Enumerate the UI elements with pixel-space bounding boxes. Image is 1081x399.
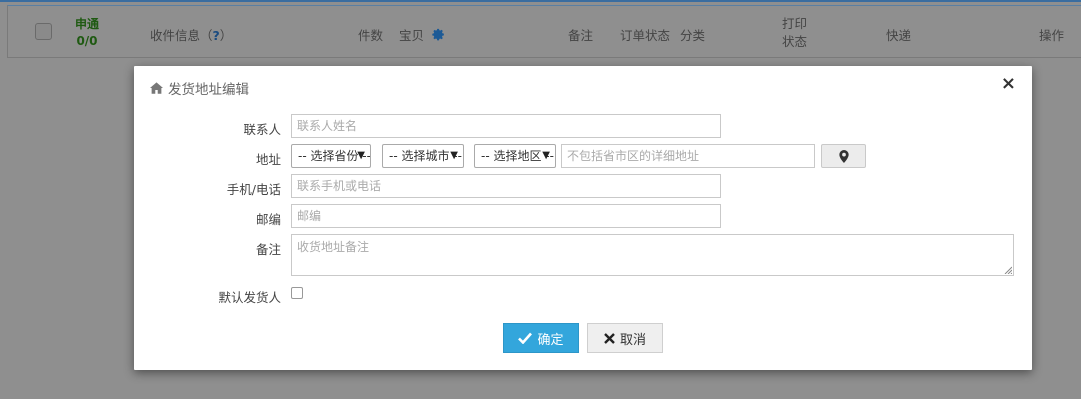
confirm-button[interactable]: 确定 [503,323,579,353]
province-select[interactable]: -- 选择省份 -- ▼ [291,144,371,168]
col-order-status: 订单状态 [620,28,671,43]
zip-label: 邮编 [255,212,281,227]
dropdown-arrow-icon: ▼ [542,150,550,161]
help-icon[interactable]: ? [213,28,220,43]
map-marker-icon [838,149,849,163]
close-icon[interactable]: × [1001,75,1016,93]
select-all-checkbox[interactable] [35,23,52,40]
apply-column[interactable]: 申通 0/0 [70,16,104,50]
dropdown-arrow-icon: ▼ [450,150,458,161]
order-table-header: 申通 0/0 收件信息（?） 件数 宝贝 备注 订单状态 分类 打印 状态 快递… [7,5,1081,58]
locate-button[interactable] [821,144,866,168]
resize-grip-icon[interactable] [1004,266,1012,274]
address-label: 地址 [255,152,281,167]
remark-textarea[interactable]: 收货地址备注 [291,234,1014,276]
phone-input[interactable]: 联系手机或电话 [291,174,721,198]
default-sender-label: 默认发货人 [218,290,281,305]
phone-label: 手机/电话 [226,182,281,197]
district-select[interactable]: -- 选择地区 -- ▼ [474,144,556,168]
dropdown-arrow-icon: ▼ [357,150,365,161]
col-express: 快递 [886,28,912,43]
default-sender-checkbox[interactable] [291,287,303,299]
x-icon [604,332,615,344]
city-select[interactable]: -- 选择城市 -- ▼ [382,144,464,168]
address-edit-dialog: 发货地址编辑 × 联系人 联系人姓名 地址 -- 选择省份 -- ▼ -- 选择… [134,66,1032,370]
home-icon [150,82,163,94]
col-recipient-info: 收件信息（?） [150,28,233,43]
gear-icon[interactable] [432,28,445,44]
cancel-button[interactable]: 取消 [587,323,663,353]
address-detail-input[interactable]: 不包括省市区的详细地址 [561,144,815,168]
remark-label: 备注 [255,242,281,257]
col-quantity: 件数 [358,28,384,43]
dialog-title: 发货地址编辑 [150,78,249,98]
check-icon [518,332,533,344]
apply-count: 0/0 [76,34,98,48]
col-item: 宝贝 [399,25,445,44]
apply-label: 申通 [74,17,99,31]
col-print-status: 打印 状态 [782,16,808,49]
col-actions: 操作 [1039,28,1065,43]
col-remark: 备注 [568,28,594,43]
contact-input[interactable]: 联系人姓名 [291,114,721,138]
zip-input[interactable]: 邮编 [291,204,721,228]
contact-label: 联系人 [243,122,281,137]
col-category: 分类 [680,28,706,43]
top-accent-line [0,0,1081,2]
